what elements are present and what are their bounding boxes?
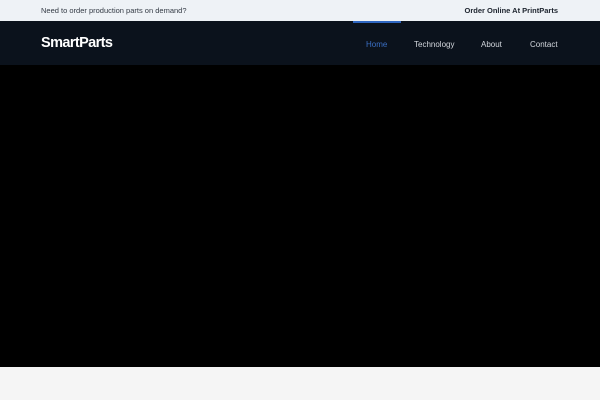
nav-item-technology[interactable]: Technology: [414, 39, 454, 50]
hero-banner: [0, 65, 600, 367]
main-navbar: SmartParts Home Technology About Contact: [0, 21, 600, 65]
nav-active-indicator: [353, 21, 401, 23]
nav-item-contact[interactable]: Contact: [530, 39, 558, 50]
topbar-tagline: Need to order production parts on demand…: [41, 6, 187, 15]
page-footer-strip: [0, 367, 600, 400]
nav-item-about[interactable]: About: [481, 39, 502, 50]
site-logo[interactable]: SmartParts: [41, 34, 113, 52]
top-bar: Need to order production parts on demand…: [0, 0, 600, 21]
nav-item-home[interactable]: Home: [366, 39, 387, 50]
order-online-link[interactable]: Order Online At PrintParts: [465, 5, 559, 16]
